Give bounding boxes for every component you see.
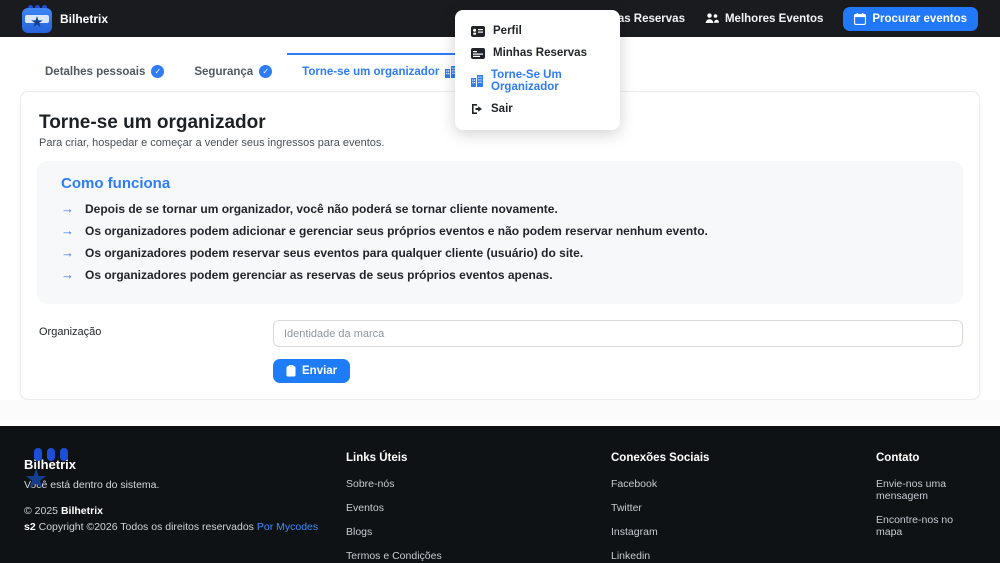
menu-item-label: Minhas Reservas — [493, 47, 587, 59]
tab-personal-details[interactable]: Detalhes pessoais ✓ — [30, 53, 179, 91]
submit-button[interactable]: Enviar — [273, 359, 351, 383]
menu-item-become-organizer[interactable]: Torne-Se Um Organizador — [455, 64, 620, 98]
tab-label: Torne-se um organizador — [302, 65, 440, 78]
nav-item-best-events[interactable]: Melhores Eventos — [705, 13, 823, 25]
search-events-button[interactable]: Procurar eventos — [843, 6, 978, 31]
organization-input[interactable] — [273, 320, 963, 347]
list-item: → Depois de se tornar um organizador, vo… — [61, 201, 939, 217]
list-item-text: Depois de se tornar um organizador, você… — [85, 202, 558, 216]
clipboard-icon — [286, 365, 296, 377]
footer-link-linkedin[interactable]: Linkedin — [611, 550, 876, 562]
copyright-brand: Bilhetrix — [60, 505, 103, 517]
calendar-icon — [854, 12, 867, 25]
people-icon — [705, 13, 719, 24]
copyright-text: Copyright ©2026 Todos os direitos reserv… — [38, 521, 254, 533]
footer-gap — [0, 400, 1000, 426]
sign-out-icon — [471, 103, 483, 115]
nav-item-label: Melhores Eventos — [724, 12, 824, 25]
list-item: → Os organizadores podem gerenciar as re… — [61, 267, 939, 283]
submit-label: Enviar — [302, 365, 338, 377]
footer-tagline: Você está dentro do sistema. — [24, 479, 160, 491]
footer-column-social: Conexões Sociais Facebook Twitter Instag… — [611, 448, 876, 563]
footer-link-terms[interactable]: Termos e Condições — [346, 550, 611, 562]
menu-item-label: Torne-Se Um Organizador — [491, 69, 562, 93]
footer-link-about[interactable]: Sobre-nós — [346, 478, 611, 490]
copyright-year: © 2025 — [24, 505, 59, 517]
footer-column-contact: Contato Envie-nos uma mensagem Encontre-… — [876, 448, 976, 563]
copyright-mark: s2 — [24, 521, 36, 533]
menu-item-my-bookings[interactable]: Minhas Reservas — [455, 42, 620, 64]
brand-calendar-icon: ★ — [22, 4, 52, 33]
how-it-works-panel: Como funciona → Depois de se tornar um o… — [37, 161, 963, 304]
copyright-author-link[interactable]: Por Mycodes — [257, 521, 318, 533]
become-organizer-card: Torne-se um organizador Para criar, hosp… — [20, 91, 980, 400]
footer-link-instagram[interactable]: Instagram — [611, 526, 876, 538]
footer-column-title: Links Úteis — [346, 452, 408, 464]
copyright-line-1: © 2025 Bilhetrix — [24, 505, 346, 517]
list-item: → Os organizadores podem reservar seus e… — [61, 245, 939, 261]
footer-brand: Bilhetrix — [24, 457, 77, 472]
footer-link-map[interactable]: Encontre-nos no mapa — [876, 514, 976, 538]
menu-item-profile[interactable]: Perfil — [455, 20, 620, 42]
tab-label: Detalhes pessoais — [45, 65, 146, 78]
footer: ★ Bilhetrix Você está dentro do sistema.… — [0, 426, 1000, 563]
arrow-right-icon: → — [61, 223, 74, 238]
page-subtitle: Para criar, hospedar e começar a vender … — [39, 137, 385, 149]
footer-link-events[interactable]: Eventos — [346, 502, 611, 514]
footer-column-title: Conexões Sociais — [611, 452, 710, 464]
check-circle-icon: ✓ — [259, 65, 273, 78]
list-item-text: Os organizadores podem gerenciar as rese… — [85, 268, 553, 282]
menu-item-logout[interactable]: Sair — [455, 98, 620, 120]
footer-link-message[interactable]: Envie-nos uma mensagem — [876, 478, 976, 502]
tab-security[interactable]: Segurança ✓ — [179, 53, 287, 91]
list-item-text: Os organizadores podem reservar seus eve… — [85, 246, 584, 260]
menu-item-label: Sair — [491, 103, 513, 115]
footer-link-blogs[interactable]: Blogs — [346, 526, 611, 538]
user-dropdown-menu: Perfil Minhas Reservas Torne-Se Um Organ… — [455, 10, 620, 130]
footer-column-useful-links: Links Úteis Sobre-nós Eventos Blogs Term… — [346, 448, 611, 563]
check-circle-icon: ✓ — [151, 65, 165, 78]
arrow-right-icon: → — [61, 201, 74, 216]
tab-become-organizer[interactable]: Torne-se um organizador — [287, 53, 473, 91]
list-item-text: Os organizadores podem adicionar e geren… — [85, 224, 708, 238]
brand-name: Bilhetrix — [60, 11, 109, 26]
address-card-icon — [471, 47, 485, 59]
building-icon — [471, 75, 483, 87]
list-item: → Os organizadores podem adicionar e ger… — [61, 223, 939, 239]
menu-item-label: Perfil — [493, 25, 522, 37]
footer-link-twitter[interactable]: Twitter — [611, 502, 876, 514]
brand-logo-link[interactable]: ★ Bilhetrix — [22, 4, 109, 33]
tab-label: Segurança — [194, 65, 254, 78]
arrow-right-icon: → — [61, 245, 74, 260]
search-events-label: Procurar eventos — [872, 12, 967, 25]
copyright-line-2: s2 Copyright ©2026 Todos os direitos res… — [24, 521, 346, 533]
how-it-works-title: Como funciona — [61, 175, 171, 192]
footer-link-facebook[interactable]: Facebook — [611, 478, 876, 490]
arrow-right-icon: → — [61, 267, 74, 282]
id-card-icon — [471, 25, 485, 37]
footer-column-title: Contato — [876, 452, 920, 464]
organization-form-row: Organização Enviar — [37, 320, 963, 383]
organization-label: Organização — [39, 326, 102, 338]
